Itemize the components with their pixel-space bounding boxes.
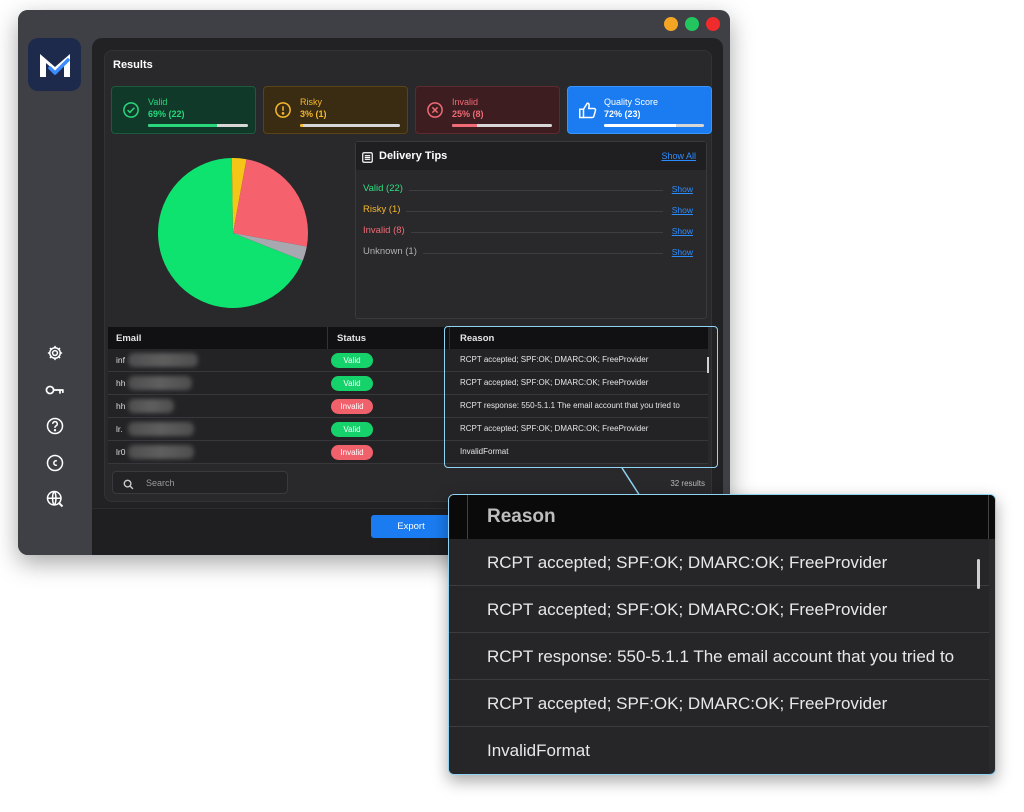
results-title: Results bbox=[113, 59, 153, 71]
window-controls bbox=[664, 17, 720, 31]
redacted-email bbox=[128, 376, 192, 390]
zoom-scrollbar bbox=[977, 559, 980, 589]
zoom-header-title: Reason bbox=[487, 506, 556, 527]
zoom-reason-text: RCPT accepted; SPF:OK; DMARC:OK; FreePro… bbox=[487, 694, 888, 713]
sidebar bbox=[18, 10, 92, 555]
zoom-reason-text: InvalidFormat bbox=[487, 741, 590, 760]
redacted-email bbox=[128, 353, 198, 367]
stat-progress bbox=[604, 124, 704, 127]
email-cell: lr0 bbox=[116, 447, 126, 457]
main-content: Results Valid 69% (22) Risky 3% (1) Inva… bbox=[92, 38, 723, 555]
delivery-tips-title: Delivery Tips bbox=[379, 150, 448, 162]
tip-label: Unknown (1) bbox=[363, 246, 423, 257]
redacted-email bbox=[128, 399, 174, 413]
column-header-status[interactable]: Status bbox=[337, 333, 366, 344]
maximize-button[interactable] bbox=[685, 17, 699, 31]
tip-label: Invalid (8) bbox=[363, 225, 411, 236]
minimize-button[interactable] bbox=[664, 17, 678, 31]
result-pie-chart bbox=[158, 158, 308, 308]
thumbs-up-icon bbox=[578, 101, 598, 124]
stat-card-valid: Valid 69% (22) bbox=[111, 86, 256, 134]
credits-icon[interactable] bbox=[45, 453, 65, 473]
pie-slice-invalid bbox=[233, 159, 308, 247]
stat-value: 72% (23) bbox=[604, 109, 641, 119]
zoom-reason-text: RCPT accepted; SPF:OK; DMARC:OK; FreePro… bbox=[487, 600, 888, 619]
tip-label: Valid (22) bbox=[363, 183, 409, 194]
status-badge: Valid bbox=[331, 422, 373, 437]
mail-check-logo bbox=[28, 38, 81, 91]
results-count: 32 results bbox=[670, 479, 705, 488]
tip-show-link[interactable]: Show bbox=[667, 247, 693, 257]
status-badge: Invalid bbox=[331, 445, 373, 460]
email-cell: hh bbox=[116, 378, 126, 388]
close-button[interactable] bbox=[706, 17, 720, 31]
search-placeholder: Search bbox=[146, 478, 175, 488]
zoom-row: RCPT accepted; SPF:OK; DMARC:OK; FreePro… bbox=[449, 539, 989, 586]
zoom-header: Reason bbox=[449, 495, 995, 539]
stat-value: 25% (8) bbox=[452, 109, 484, 119]
tip-label: Risky (1) bbox=[363, 204, 407, 215]
stat-label: Invalid bbox=[452, 97, 479, 107]
stat-card-risky: Risky 3% (1) bbox=[263, 86, 408, 134]
stat-value: 69% (22) bbox=[148, 109, 185, 119]
search-input[interactable]: Search bbox=[112, 471, 288, 494]
stat-value: 3% (1) bbox=[300, 109, 327, 119]
zoom-row: RCPT accepted; SPF:OK; DMARC:OK; FreePro… bbox=[449, 680, 989, 727]
app-window: Results Valid 69% (22) Risky 3% (1) Inva… bbox=[18, 10, 730, 555]
tip-show-link[interactable]: Show bbox=[667, 205, 693, 215]
stat-progress bbox=[452, 124, 552, 127]
key-icon[interactable] bbox=[45, 380, 65, 400]
tip-row-invalid: Invalid (8) Show bbox=[363, 225, 693, 239]
email-cell: hh bbox=[116, 401, 126, 411]
tip-row-risky: Risky (1) Show bbox=[363, 204, 693, 218]
delivery-tips-panel: Delivery Tips Show All Valid (22) Show R… bbox=[355, 141, 707, 319]
zoom-row: RCPT accepted; SPF:OK; DMARC:OK; FreePro… bbox=[449, 586, 989, 633]
stat-label: Quality Score bbox=[604, 97, 659, 107]
show-all-link[interactable]: Show All bbox=[661, 151, 696, 161]
zoom-row: RCPT response: 550-5.1.1 The email accou… bbox=[449, 633, 989, 680]
tip-show-link[interactable]: Show bbox=[667, 226, 693, 236]
stat-progress bbox=[148, 124, 248, 127]
x-circle-icon bbox=[426, 101, 444, 124]
zoom-reason-text: RCPT accepted; SPF:OK; DMARC:OK; FreePro… bbox=[487, 553, 888, 572]
redacted-email bbox=[128, 445, 194, 459]
tip-row-unknown: Unknown (1) Show bbox=[363, 246, 693, 260]
zoom-row: InvalidFormat bbox=[449, 727, 989, 774]
email-cell: inf bbox=[116, 355, 125, 365]
reason-zoom-callout: Reason RCPT accepted; SPF:OK; DMARC:OK; … bbox=[448, 494, 996, 775]
reason-column-highlight bbox=[444, 326, 718, 468]
stat-label: Risky bbox=[300, 97, 322, 107]
stat-card-quality-score: Quality Score 72% (23) bbox=[567, 86, 712, 134]
help-icon[interactable] bbox=[45, 416, 65, 436]
zoom-reason-text: RCPT response: 550-5.1.1 The email accou… bbox=[487, 647, 955, 666]
list-icon bbox=[362, 150, 373, 168]
tip-show-link[interactable]: Show bbox=[667, 184, 693, 194]
export-button[interactable]: Export bbox=[371, 515, 451, 538]
check-circle-icon bbox=[122, 101, 140, 124]
tip-row-valid: Valid (22) Show bbox=[363, 183, 693, 197]
status-badge: Invalid bbox=[331, 399, 373, 414]
status-badge: Valid bbox=[331, 353, 373, 368]
stat-card-invalid: Invalid 25% (8) bbox=[415, 86, 560, 134]
column-header-email[interactable]: Email bbox=[116, 333, 141, 344]
gear-icon[interactable] bbox=[45, 343, 65, 363]
redacted-email bbox=[128, 422, 194, 436]
globe-icon[interactable] bbox=[45, 489, 65, 509]
email-cell: lr. bbox=[116, 424, 123, 434]
warning-circle-icon bbox=[274, 101, 292, 124]
delivery-tips-header: Delivery Tips Show All bbox=[356, 142, 706, 170]
stat-label: Valid bbox=[148, 97, 168, 107]
status-badge: Valid bbox=[331, 376, 373, 391]
stat-progress bbox=[300, 124, 400, 127]
search-icon bbox=[123, 477, 134, 495]
